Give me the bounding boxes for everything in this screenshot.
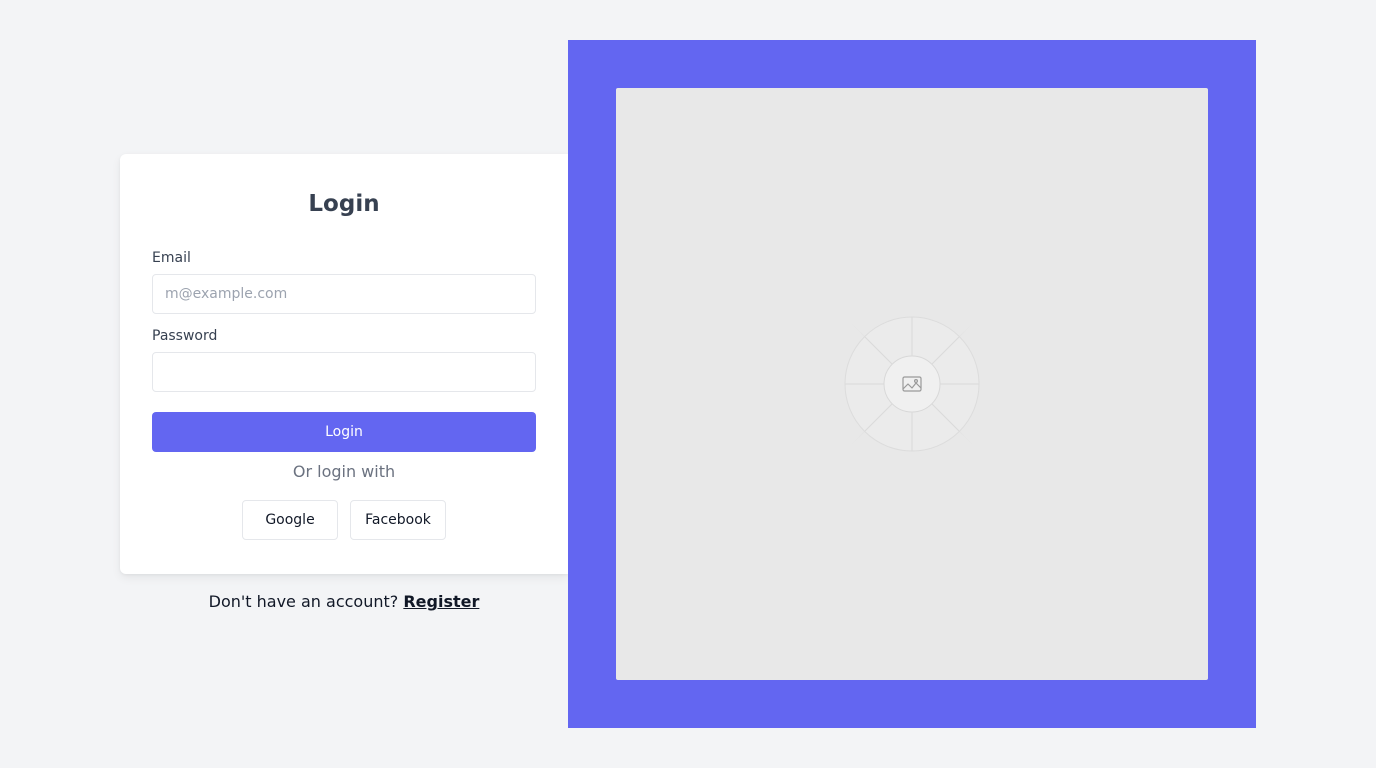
register-link[interactable]: Register <box>403 592 479 611</box>
login-button[interactable]: Login <box>152 412 536 452</box>
password-input[interactable] <box>152 352 536 392</box>
register-prompt-text: Don't have an account? <box>208 592 399 611</box>
email-input[interactable] <box>152 274 536 314</box>
social-login-row: Google Facebook <box>152 500 536 540</box>
or-login-text: Or login with <box>292 462 396 481</box>
image-panel <box>568 40 1256 728</box>
register-prompt: Don't have an account? Register <box>120 590 568 614</box>
facebook-login-button[interactable]: Facebook <box>350 500 446 540</box>
password-label: Password <box>152 328 218 344</box>
login-title: Login <box>308 191 380 217</box>
image-icon <box>822 294 1002 474</box>
login-card: Login Email Password Login Or login with… <box>120 154 568 574</box>
image-placeholder <box>616 88 1208 680</box>
email-label: Email <box>152 250 191 266</box>
google-login-button[interactable]: Google <box>242 500 338 540</box>
